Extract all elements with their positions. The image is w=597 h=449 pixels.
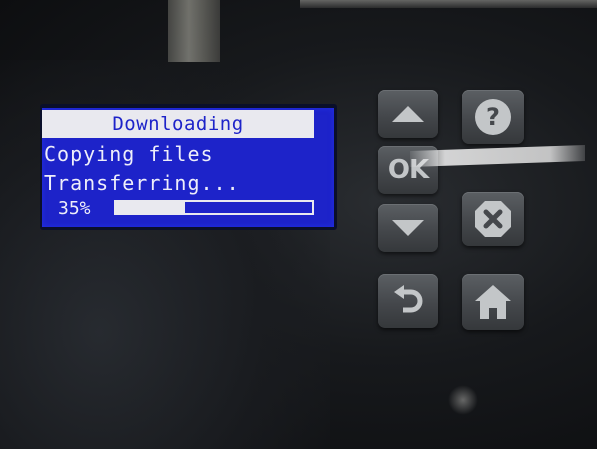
help-button[interactable]: ? bbox=[462, 90, 524, 144]
background-reflection-lamp bbox=[448, 385, 478, 415]
back-arrow-icon bbox=[394, 285, 423, 313]
home-icon bbox=[475, 285, 511, 319]
progress-bar bbox=[114, 200, 314, 215]
cancel-button[interactable] bbox=[462, 192, 524, 246]
progress-bar-fill bbox=[116, 202, 185, 213]
ok-icon: OK bbox=[387, 155, 429, 185]
cancel-icon bbox=[475, 201, 511, 237]
lcd-status-line-1: Copying files bbox=[44, 142, 214, 166]
down-arrow-icon bbox=[392, 220, 424, 236]
up-arrow-icon bbox=[392, 106, 424, 122]
help-icon: ? bbox=[475, 99, 511, 135]
down-button[interactable] bbox=[378, 204, 438, 252]
lcd-screen: Downloading Copying files Transferring..… bbox=[42, 108, 334, 227]
background-reflection-panel-edge bbox=[300, 0, 597, 8]
lcd-status-line-2: Transferring... bbox=[44, 171, 240, 195]
ok-button[interactable]: OK bbox=[378, 146, 438, 194]
back-button[interactable] bbox=[378, 274, 438, 328]
background-reflection-light bbox=[168, 0, 220, 62]
lcd-title: Downloading bbox=[42, 110, 314, 138]
progress-percent: 35% bbox=[58, 198, 91, 219]
home-button[interactable] bbox=[462, 274, 524, 330]
svg-text:?: ? bbox=[486, 103, 500, 131]
up-button[interactable] bbox=[378, 90, 438, 138]
